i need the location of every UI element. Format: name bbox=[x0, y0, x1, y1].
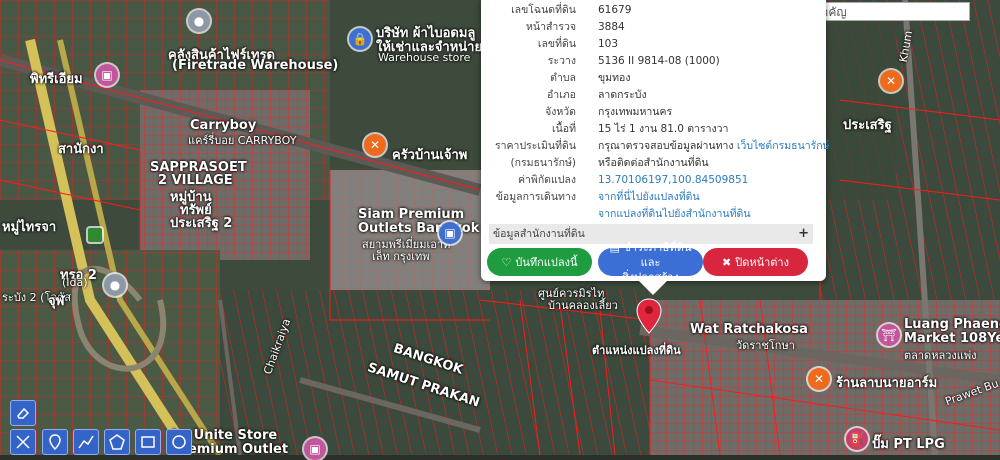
restaurant-icon[interactable]: ✕ bbox=[364, 134, 386, 156]
info-key: ตำบล bbox=[550, 72, 576, 84]
info-key: เลขโฉนดที่ดิน bbox=[511, 4, 576, 16]
close-x-icon: ✖ bbox=[722, 255, 732, 269]
receipt-icon: ▤ bbox=[609, 240, 624, 254]
rectangle-icon[interactable] bbox=[135, 429, 161, 455]
pay-tax-line1-text: ชำระภาษีที่ดินและ bbox=[623, 240, 692, 269]
gas-station-icon[interactable]: ⛽ bbox=[846, 428, 868, 450]
close-window-label: ปิดหน้าต่าง bbox=[735, 255, 789, 269]
info-value: 5136 II 9814-08 (1000) bbox=[598, 55, 720, 67]
info-row-land-no: เลขที่ดิน 103 bbox=[481, 36, 811, 53]
info-key: (กรมธนารักษ์) bbox=[510, 157, 576, 169]
info-row-price: ราคาประเมินที่ดิน กรุณาตรวจสอบข้อมูลผ่าน… bbox=[481, 138, 830, 155]
lock-icon[interactable]: 🔒 bbox=[349, 28, 371, 50]
save-parcel-button[interactable]: ♡ บันทึกแปลงนี้ bbox=[487, 248, 592, 276]
info-value: หรือติดต่อสำนักงานที่ดิน bbox=[598, 157, 709, 169]
info-row-sheet: ระวาง 5136 II 9814-08 (1000) bbox=[481, 53, 811, 70]
info-value: กรุงเทพมหานคร bbox=[598, 106, 673, 118]
expand-plus-icon[interactable]: + bbox=[798, 224, 809, 244]
info-key: ระวาง bbox=[547, 55, 576, 67]
route-to-parcel-link[interactable]: จากที่นี่ไปยังแปลงที่ดิน bbox=[598, 189, 700, 206]
shopping-bag-icon[interactable]: ▣ bbox=[304, 438, 326, 460]
parcel-info-popup: เลขโฉนดที่ดิน 61679 หน้าสำรวจ 3884 เลขที… bbox=[481, 0, 830, 295]
info-row-area: เนื้อที่ 15 ไร่ 1 งาน 81.0 ตารางวา bbox=[481, 121, 811, 138]
parcel-marker-icon[interactable] bbox=[636, 298, 662, 334]
info-row-travel-2: จากแปลงที่ดินไปยังสำนักงานที่ดิน bbox=[481, 206, 811, 223]
save-parcel-label: บันทึกแปลงนี้ bbox=[515, 255, 578, 269]
info-row-coord: ค่าพิกัดแปลง 13.70106197,100.84509851 bbox=[481, 172, 811, 189]
info-key: เลขที่ดิน bbox=[537, 38, 576, 50]
info-value: กรุณาตรวจสอบข้อมูลผ่านทาง เว็บไซต์กรมธนา… bbox=[598, 138, 830, 155]
coord-link[interactable]: 13.70106197,100.84509851 bbox=[598, 172, 748, 189]
poi-place-icon[interactable]: ● bbox=[104, 274, 126, 296]
info-value: 3884 bbox=[598, 21, 625, 33]
polyline-icon[interactable] bbox=[73, 429, 99, 455]
info-key: อำเภอ bbox=[546, 89, 576, 101]
land-office-label: ข้อมูลสำนักงานที่ดิน bbox=[493, 228, 585, 240]
info-row-subdistrict: ตำบล ขุมทอง bbox=[481, 70, 811, 87]
info-row-price-2: (กรมธนารักษ์) หรือติดต่อสำนักงานที่ดิน bbox=[481, 155, 811, 172]
info-key: หน้าสำรวจ bbox=[526, 21, 576, 33]
info-value: 103 bbox=[598, 38, 619, 50]
eraser-icon[interactable] bbox=[10, 400, 36, 426]
info-key: ราคาประเมินที่ดิน bbox=[494, 140, 576, 152]
info-key: เนื้อที่ bbox=[552, 123, 576, 135]
circle-icon[interactable] bbox=[166, 429, 192, 455]
transit-icon[interactable] bbox=[88, 228, 102, 242]
info-key: จังหวัด bbox=[545, 106, 576, 118]
poi-place-icon[interactable]: ● bbox=[188, 10, 210, 32]
price-text: กรุณาตรวจสอบข้อมูลผ่านทาง bbox=[598, 140, 734, 152]
shopping-icon[interactable]: ▣ bbox=[439, 222, 461, 244]
info-value: 15 ไร่ 1 งาน 81.0 ตารางวา bbox=[598, 123, 729, 135]
info-key: ข้อมูลการเดินทาง bbox=[495, 191, 576, 203]
restaurant-icon[interactable]: ✕ bbox=[880, 70, 902, 92]
pay-tax-line2: สิ่งปลูกสร้าง bbox=[622, 270, 679, 284]
pay-land-tax-button[interactable]: ▤ ชำระภาษีที่ดินและ สิ่งปลูกสร้าง bbox=[598, 241, 703, 284]
treasury-link[interactable]: เว็บไซต์กรมธนารักษ์ bbox=[737, 140, 830, 152]
close-window-button[interactable]: ✖ ปิดหน้าต่าง bbox=[703, 248, 808, 276]
info-row-province: จังหวัด กรุงเทพมหานคร bbox=[481, 104, 811, 121]
pin-icon[interactable] bbox=[42, 429, 68, 455]
info-row-survey: หน้าสำรวจ 3884 bbox=[481, 19, 811, 36]
restaurant-icon[interactable]: ✕ bbox=[808, 368, 830, 390]
route-to-office-link[interactable]: จากแปลงที่ดินไปยังสำนักงานที่ดิน bbox=[598, 206, 751, 223]
info-row-district: อำเภอ ลาดกระบัง bbox=[481, 87, 811, 104]
info-row-deed: เลขโฉนดที่ดิน 61679 bbox=[481, 2, 811, 19]
info-value: 61679 bbox=[598, 4, 632, 16]
pay-tax-line1: ▤ ชำระภาษีที่ดินและ bbox=[604, 240, 697, 270]
measure-icon[interactable] bbox=[10, 429, 36, 455]
temple-icon[interactable]: ⛩ bbox=[878, 324, 900, 346]
polygon-icon[interactable] bbox=[104, 429, 130, 455]
bag-icon[interactable]: ▣ bbox=[96, 64, 118, 86]
info-row-travel: ข้อมูลการเดินทาง จากที่นี่ไปยังแปลงที่ดิ… bbox=[481, 189, 811, 206]
info-value: ขุมทอง bbox=[598, 72, 631, 84]
info-key: ค่าพิกัดแปลง bbox=[517, 174, 576, 186]
heart-icon: ♡ bbox=[501, 255, 512, 269]
info-value: ลาดกระบัง bbox=[598, 89, 647, 101]
